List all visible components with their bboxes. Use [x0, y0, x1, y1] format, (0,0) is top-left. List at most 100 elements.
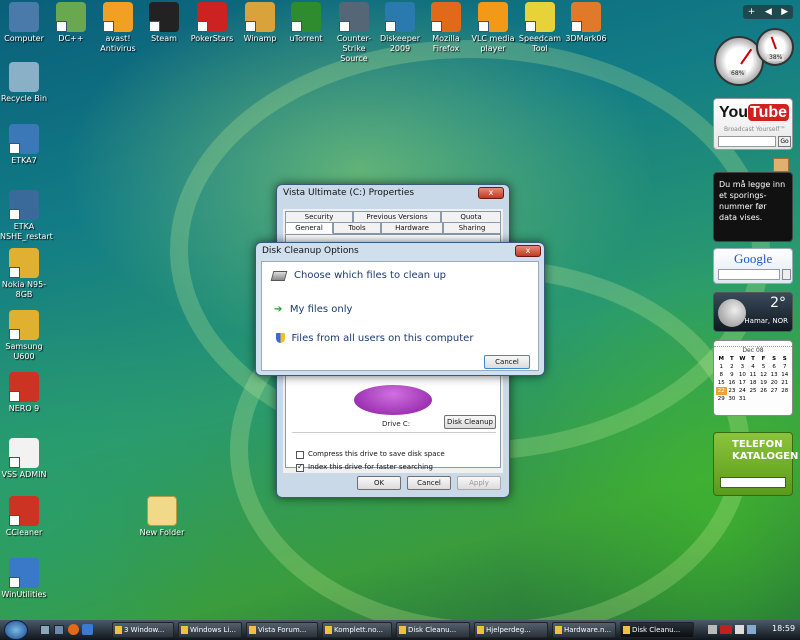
ok-button[interactable]: OK [357, 476, 401, 490]
calendar-day[interactable]: 1 [716, 363, 727, 371]
telefonkatalogen-gadget[interactable]: TELEFON KATALOGEN [713, 432, 798, 496]
calendar-day[interactable]: 23 [727, 387, 738, 395]
calendar-day[interactable]: 22 [716, 387, 727, 395]
desktop-icon-avast-antivirus[interactable]: avast! Antivirus [94, 2, 142, 54]
desktop-icon-3dmark06[interactable]: 3DMark06 [562, 2, 610, 44]
calendar-gadget[interactable]: Dec 08 M T W T F S S 1 2 3 4 5 6 7 8 9 10 11 12 13 14 15 16 17 1… [713, 340, 793, 416]
calendar-day[interactable]: 15 [716, 379, 727, 387]
desktop-icon-nokia-n95-8gb[interactable]: Nokia N95-8GB [0, 248, 48, 300]
weather-gadget[interactable]: 2° Hamar, NOR [713, 292, 793, 332]
calendar-day[interactable]: 25 [748, 387, 759, 395]
cancel-button[interactable]: Cancel [484, 355, 530, 369]
taskbar-button[interactable]: Disk Cleanu... [396, 622, 470, 638]
desktop-icon-recycle-bin[interactable]: Recycle Bin [0, 62, 48, 104]
calendar-day[interactable]: 29 [716, 395, 727, 403]
tray-network-icon[interactable] [708, 625, 717, 634]
start-button[interactable] [4, 620, 28, 640]
telefon-search-input[interactable] [720, 477, 786, 488]
show-desktop-icon[interactable] [40, 625, 50, 635]
calendar-day[interactable]: 19 [758, 379, 769, 387]
desktop-icon-computer[interactable]: Computer [0, 2, 48, 44]
calendar-day[interactable]: 10 [737, 371, 748, 379]
tray-app-icon[interactable] [747, 625, 756, 634]
desktop-icon-utorrent[interactable]: uTorrent [282, 2, 330, 44]
tab-sharing[interactable]: Sharing [443, 222, 501, 234]
google-search-gadget[interactable]: Google [713, 248, 793, 284]
calendar-day[interactable]: 12 [758, 371, 769, 379]
desktop-icon-nero-9[interactable]: NERO 9 [0, 372, 48, 414]
disk-cleanup-button[interactable]: Disk Cleanup [444, 415, 496, 429]
tab-tools[interactable]: Tools [333, 222, 381, 234]
taskbar-button[interactable]: Vista Forum... [246, 622, 318, 638]
youtube-gadget[interactable]: You Tube Broadcast Yourself™ Go [713, 98, 793, 150]
tray-volume-icon[interactable] [735, 625, 744, 634]
calendar-day[interactable]: 30 [727, 395, 738, 403]
desktop-icon-dc[interactable]: DC++ [47, 2, 95, 44]
taskbar-button[interactable]: 3 Window... [112, 622, 174, 638]
close-button[interactable]: x [478, 187, 504, 199]
calendar-day[interactable]: 26 [758, 387, 769, 395]
desktop-icon-counter-strike-source[interactable]: Counter-Strike Source [330, 2, 378, 64]
window-titlebar[interactable]: Vista Ultimate (C:) Properties [277, 185, 509, 203]
calendar-day[interactable]: 24 [737, 387, 748, 395]
calendar-day[interactable]: 5 [758, 363, 769, 371]
calendar-day[interactable]: 16 [727, 379, 738, 387]
close-button[interactable]: x [515, 245, 541, 257]
youtube-search-input[interactable] [718, 136, 776, 147]
calendar-day[interactable]: 20 [769, 379, 780, 387]
desktop-icon-etka7[interactable]: ETKA7 [0, 124, 48, 166]
sidebar-next-button[interactable]: ▶ [781, 7, 788, 17]
tray-ati-icon[interactable] [720, 625, 732, 634]
clock[interactable]: 18:59 [772, 624, 795, 633]
desktop-icon-winutilities[interactable]: WinUtilities [0, 558, 48, 600]
switch-windows-icon[interactable] [54, 625, 64, 635]
tab-hardware[interactable]: Hardware [381, 222, 443, 234]
media-quicklaunch-icon[interactable] [82, 624, 93, 635]
calendar-day[interactable]: 8 [716, 371, 727, 379]
calendar-day[interactable]: 2 [727, 363, 738, 371]
taskbar-button[interactable]: Hardware.n... [552, 622, 616, 638]
apply-button[interactable]: Apply [457, 476, 501, 490]
dialog-titlebar[interactable]: Disk Cleanup Options [256, 243, 544, 261]
calendar-day[interactable]: 14 [779, 371, 790, 379]
desktop-icon-new-folder[interactable]: New Folder [138, 496, 186, 538]
desktop-icon-speedcam-tool[interactable]: Speedcam Tool [516, 2, 564, 54]
calendar-day[interactable]: 3 [737, 363, 748, 371]
calendar-day[interactable]: 28 [779, 387, 790, 395]
calendar-day[interactable]: 4 [748, 363, 759, 371]
desktop-icon-samsung-u600[interactable]: Samsung U600 [0, 310, 48, 362]
calendar-day[interactable]: 7 [779, 363, 790, 371]
desktop-icon-vss-admin[interactable]: VSS ADMIN [0, 438, 48, 480]
cancel-button[interactable]: Cancel [407, 476, 451, 490]
calendar-day[interactable]: 27 [769, 387, 780, 395]
desktop-icon-pokerstars[interactable]: PokerStars [188, 2, 236, 44]
calendar-day[interactable]: 13 [769, 371, 780, 379]
desktop-icon-vlc-media-player[interactable]: VLC media player [469, 2, 517, 54]
firefox-quicklaunch-icon[interactable] [68, 624, 79, 635]
index-checkbox[interactable]: ✓ [296, 462, 304, 472]
option-all-users[interactable]: Files from all users on this computer [276, 331, 473, 345]
google-search-input[interactable] [718, 269, 780, 280]
calendar-day[interactable]: 11 [748, 371, 759, 379]
taskbar-button[interactable]: Windows Li... [178, 622, 242, 638]
cpu-meter-gadget[interactable]: 68% 38% [714, 28, 794, 88]
calendar-day[interactable]: 9 [727, 371, 738, 379]
desktop-icon-winamp[interactable]: Winamp [236, 2, 284, 44]
sidebar-prev-button[interactable]: ◀ [765, 7, 772, 17]
add-gadget-button[interactable]: + [748, 7, 756, 17]
calendar-day[interactable]: 21 [779, 379, 790, 387]
google-search-button[interactable] [782, 269, 791, 280]
desktop-icon-steam[interactable]: Steam [140, 2, 188, 44]
desktop-icon-mozilla-firefox[interactable]: Mozilla Firefox [422, 2, 470, 54]
calendar-day[interactable]: 18 [748, 379, 759, 387]
taskbar-button[interactable]: Disk Cleanu... [620, 622, 694, 638]
desktop-icon-diskeeper-2009[interactable]: Diskeeper 2009 [376, 2, 424, 54]
option-my-files[interactable]: ➔ My files only [274, 302, 352, 316]
calendar-day[interactable]: 31 [737, 395, 748, 403]
taskbar-button[interactable]: Komplett.no... [322, 622, 392, 638]
compress-checkbox[interactable] [296, 451, 304, 459]
desktop-icon-ccleaner[interactable]: CCleaner [0, 496, 48, 538]
taskbar-button[interactable]: Hjelperdeg... [474, 622, 548, 638]
tab-general[interactable]: General [285, 222, 333, 234]
calendar-day[interactable]: 6 [769, 363, 780, 371]
